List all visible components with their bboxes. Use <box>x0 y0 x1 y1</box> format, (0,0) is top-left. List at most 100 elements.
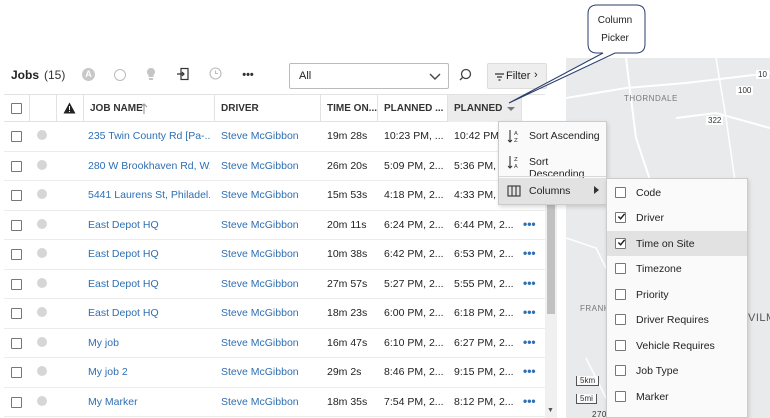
table-row[interactable]: My job Steve McGibbon 16m 47s 6:10 PM, 2...… <box>4 329 545 358</box>
row-checkbox[interactable] <box>11 160 22 172</box>
row-checkbox[interactable] <box>11 219 22 231</box>
warning-icon <box>63 102 76 114</box>
column-option-vehicle-requires[interactable]: Vehicle Requires <box>607 333 747 359</box>
column-option-code[interactable]: Code <box>607 180 747 206</box>
filter-label: Filter <box>506 70 531 82</box>
planned-column-header-1[interactable]: PLANNED ... <box>378 95 448 122</box>
column-option-checkbox[interactable] <box>615 365 626 376</box>
job-name-link[interactable]: East Depot HQ <box>88 278 210 290</box>
table-row[interactable]: East Depot HQ Steve McGibbon 10m 38s 6:42 P… <box>4 240 545 270</box>
warning-column[interactable] <box>57 95 84 122</box>
driver-link[interactable]: Steve McGibbon <box>221 307 317 319</box>
status-circle-icon[interactable] <box>114 69 126 81</box>
column-option-timezone[interactable]: Timezone <box>607 256 747 282</box>
planned-header-label-1: PLANNED ... <box>384 103 444 114</box>
column-option-checkbox[interactable] <box>615 339 626 351</box>
sort-up-arrow-icon <box>140 103 148 114</box>
column-option-checkbox[interactable] <box>615 263 626 274</box>
table-row[interactable]: East Depot HQ Steve McGibbon 27m 57s 5:27 P… <box>4 270 545 299</box>
jobs-filter-select[interactable]: All <box>289 63 449 89</box>
column-option-priority[interactable]: Priority <box>607 282 747 308</box>
more-options-icon[interactable]: ••• <box>238 67 258 83</box>
time-on-site-cell: 29m 2s <box>327 366 362 378</box>
job-name-link[interactable]: My Marker <box>88 396 210 408</box>
clock-icon[interactable] <box>207 67 223 83</box>
row-more-icon[interactable]: ••• <box>523 394 536 408</box>
sort-ascending-item[interactable]: AZ Sort Ascending <box>499 123 606 149</box>
column-option-checkbox[interactable] <box>615 288 626 300</box>
planned-start-cell: 4:18 PM, 2... <box>384 189 444 201</box>
column-option-checkbox[interactable] <box>615 212 626 223</box>
column-option-marker[interactable]: Marker <box>607 384 747 410</box>
job-name-link[interactable]: East Depot HQ <box>88 307 210 319</box>
job-name-link[interactable]: East Depot HQ <box>88 219 210 231</box>
column-option-checkbox[interactable] <box>615 314 626 325</box>
scroll-down-arrow-icon[interactable]: ▼ <box>547 407 554 414</box>
column-option-checkbox[interactable] <box>615 390 626 402</box>
column-option-driver-requires[interactable]: Driver Requires <box>607 307 747 333</box>
driver-link[interactable]: Steve McGibbon <box>221 219 317 231</box>
time-on-site-cell: 16m 47s <box>327 336 368 349</box>
row-more-icon[interactable]: ••• <box>523 246 536 260</box>
planned-column-header-2[interactable]: PLANNED <box>448 95 522 122</box>
driver-link[interactable]: Steve McGibbon <box>221 130 317 142</box>
map-scale-km: 5km <box>576 376 600 386</box>
table-row[interactable]: My Marker Steve McGibbon 18m 35s 7:54 PM, 2… <box>4 388 545 417</box>
app-root: { "toolbar": { "title": "Jobs", "count":… <box>0 0 770 418</box>
column-menu-dropdown-icon[interactable] <box>505 105 517 113</box>
table-row[interactable]: 235 Twin County Rd [Pa-... Steve McGibbon… <box>4 122 545 152</box>
column-option-checkbox[interactable] <box>615 237 626 249</box>
time-on-site-cell: 18m 23s <box>327 307 368 319</box>
table-row[interactable]: 280 W Brookhaven Rd, W... Steve McGibbon 2… <box>4 152 545 181</box>
driver-link[interactable]: Steve McGibbon <box>221 248 317 260</box>
job-name-link[interactable]: My job 2 <box>88 366 210 378</box>
row-checkbox[interactable] <box>11 249 22 260</box>
driver-link[interactable]: Steve McGibbon <box>221 160 317 172</box>
driver-link[interactable]: Steve McGibbon <box>221 337 317 349</box>
table-row[interactable]: East Depot HQ Steve McGibbon 20m 11s 6:24 P… <box>4 211 545 240</box>
row-checkbox[interactable] <box>11 367 22 378</box>
column-option-checkbox[interactable] <box>615 186 626 198</box>
driver-column-header[interactable]: DRIVER <box>215 95 321 122</box>
row-more-icon[interactable]: ••• <box>523 217 536 231</box>
time-on-column-header[interactable]: TIME ON... <box>321 95 378 122</box>
row-checkbox[interactable] <box>11 308 22 319</box>
column-option-label: Priority <box>636 288 669 301</box>
search-icon[interactable] <box>459 67 475 83</box>
lightbulb-icon[interactable] <box>143 67 159 83</box>
job-name-link[interactable]: My job <box>88 337 210 349</box>
row-more-icon[interactable]: ••• <box>523 335 536 349</box>
row-more-icon[interactable]: ••• <box>523 364 536 378</box>
table-row[interactable]: My job 2 Steve McGibbon 29m 2s 8:46 PM, 2..… <box>4 358 545 388</box>
driver-link[interactable]: Steve McGibbon <box>221 366 317 378</box>
assign-icon[interactable]: A <box>82 68 95 81</box>
row-checkbox[interactable] <box>11 278 22 290</box>
driver-link[interactable]: Steve McGibbon <box>221 278 317 290</box>
select-all-column <box>4 95 30 122</box>
row-checkbox[interactable] <box>11 337 22 349</box>
row-more-icon[interactable]: ••• <box>523 276 536 290</box>
driver-link[interactable]: Steve McGibbon <box>221 189 317 201</box>
job-name-link[interactable]: 235 Twin County Rd [Pa-... <box>88 130 210 142</box>
column-option-driver[interactable]: Driver <box>607 205 747 231</box>
select-all-checkbox[interactable] <box>11 103 22 114</box>
job-name-column-header[interactable]: JOB NAME <box>84 95 215 122</box>
column-option-time-on-site[interactable]: Time on Site <box>607 230 747 256</box>
table-row[interactable]: 5441 Laurens St, Philadel... Steve McGibb… <box>4 181 545 211</box>
sort-descending-item[interactable]: ZA Sort Descending <box>499 149 606 180</box>
filter-icon <box>495 73 504 81</box>
filter-button[interactable]: Filter › <box>487 63 547 89</box>
import-icon[interactable] <box>175 67 191 83</box>
row-checkbox[interactable] <box>11 396 22 408</box>
status-dot-icon <box>37 366 47 376</box>
columns-item[interactable]: Columns <box>499 178 606 204</box>
job-name-link[interactable]: East Depot HQ <box>88 248 210 260</box>
table-row[interactable]: East Depot HQ Steve McGibbon 18m 23s 6:00 P… <box>4 299 545 329</box>
row-checkbox[interactable] <box>11 131 22 142</box>
job-name-link[interactable]: 5441 Laurens St, Philadel... <box>88 189 210 201</box>
column-option-job-type[interactable]: Job Type <box>607 358 747 384</box>
row-checkbox[interactable] <box>11 190 22 201</box>
row-more-icon[interactable]: ••• <box>523 305 536 319</box>
job-name-link[interactable]: 280 W Brookhaven Rd, W... <box>88 160 210 172</box>
driver-link[interactable]: Steve McGibbon <box>221 396 317 408</box>
